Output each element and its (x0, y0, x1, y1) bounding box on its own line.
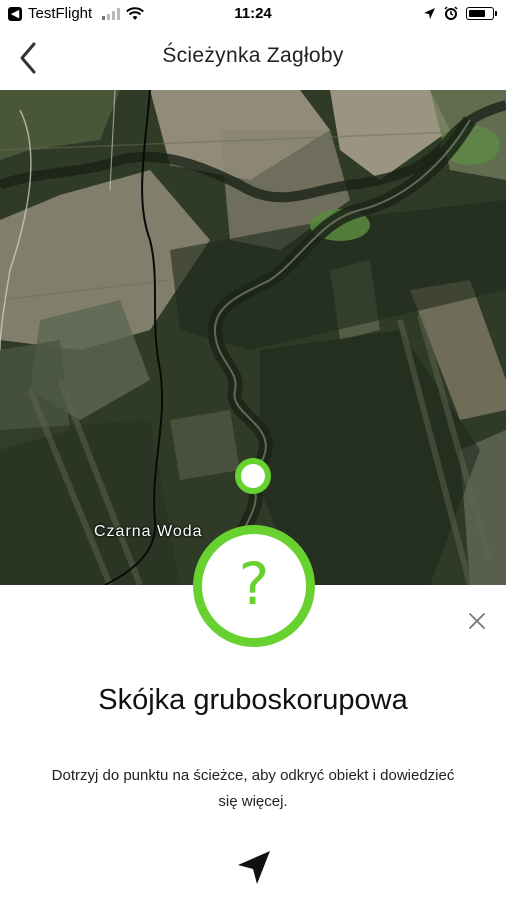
unknown-object-badge: ? (193, 525, 315, 647)
object-title: Skójka gruboskorupowa (98, 684, 408, 716)
navigate-button[interactable] (236, 848, 272, 886)
trail-point-marker[interactable] (235, 458, 271, 494)
status-bar: ◀ TestFlight 11:24 (0, 0, 506, 30)
map-imagery (0, 90, 506, 585)
navigation-arrow-icon (238, 851, 270, 884)
battery-icon (466, 6, 497, 20)
question-mark-icon: ? (238, 550, 270, 618)
alarm-icon (444, 6, 458, 20)
navigation-bar: Ścieżynka Zagłoby (0, 30, 506, 88)
location-icon (424, 7, 435, 19)
satellite-map[interactable]: Czarna Woda (0, 90, 506, 585)
object-description: Dotrzyj do punktu na ścieżce, aby odkryć… (51, 767, 455, 810)
map-place-label: Czarna Woda (94, 523, 203, 540)
page-title: Ścieżynka Zagłoby (162, 44, 344, 67)
close-button[interactable] (464, 608, 490, 634)
close-icon (469, 613, 485, 629)
